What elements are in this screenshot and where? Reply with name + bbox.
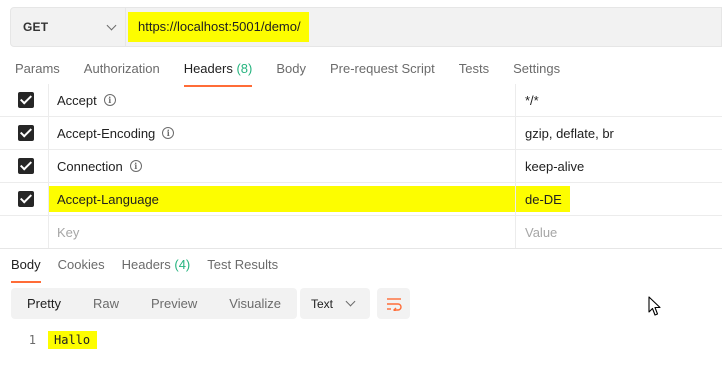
header-key-cell[interactable]: Accept-Language (49, 183, 516, 215)
tab-count: (4) (174, 257, 191, 272)
header-value: */* (525, 92, 539, 108)
tab-label: Body (11, 257, 41, 272)
info-icon[interactable]: i (103, 94, 116, 106)
tab-label: Headers (121, 257, 171, 272)
response-type-select[interactable]: Text (300, 288, 370, 319)
divider (0, 248, 722, 249)
tab-label: Headers (183, 61, 233, 76)
url-text: https://localhost:5001/demo/ (128, 12, 309, 42)
header-value: keep-alive (525, 158, 585, 174)
header-checkbox[interactable] (18, 191, 34, 207)
response-text: Hallo (48, 331, 98, 349)
header-checkbox[interactable] (18, 158, 34, 174)
header-key: Connection (57, 158, 123, 174)
tab-label: Authorization (83, 61, 160, 76)
tab-label: Body (276, 61, 306, 76)
header-key: Accept-Language (57, 191, 159, 207)
headers-table: Accept i */* Accept-Encoding i gzip, def… (0, 84, 722, 249)
key-placeholder: Key (57, 225, 80, 240)
table-row: Accept-Encoding i gzip, deflate, br (0, 117, 722, 150)
value-input[interactable]: Value (516, 216, 722, 249)
request-bar: GET https://localhost:5001/demo/ (10, 7, 722, 47)
header-value: gzip, deflate, br (525, 125, 614, 141)
header-key-cell[interactable]: Accept i (49, 84, 516, 116)
tab-label: Cookies (57, 257, 105, 272)
tab-count: (8) (236, 61, 253, 76)
tab-label: Pre-request Script (329, 61, 435, 76)
tab-response-body[interactable]: Body (11, 257, 41, 283)
new-header-row: Key Value (0, 216, 722, 249)
header-key-cell[interactable]: Connection i (49, 150, 516, 182)
header-checkbox[interactable] (18, 92, 34, 108)
mouse-pointer-icon (648, 296, 661, 316)
url-input[interactable]: https://localhost:5001/demo/ (126, 7, 722, 47)
line-number: 1 (28, 333, 36, 347)
info-icon[interactable]: i (129, 160, 142, 172)
wrap-lines-icon (386, 297, 402, 311)
key-input[interactable]: Key (49, 216, 516, 249)
tab-label: Tests (458, 61, 490, 76)
tab-label: Test Results (207, 257, 279, 272)
value-placeholder: Value (525, 225, 558, 240)
method-select[interactable]: GET (10, 7, 126, 47)
table-row: Connection i keep-alive (0, 150, 722, 183)
response-line: 1 Hallo (0, 330, 98, 350)
format-toolbar: Pretty Raw Preview Visualize (11, 288, 298, 319)
table-row: Accept-Language de-DE (0, 183, 722, 216)
header-key: Accept (57, 92, 97, 108)
tab-test-results[interactable]: Test Results (207, 257, 278, 283)
tab-response-cookies[interactable]: Cookies (58, 257, 105, 283)
table-row: Accept i */* (0, 84, 722, 117)
wrap-lines-button[interactable] (377, 288, 410, 319)
tab-response-headers[interactable]: Headers (4) (122, 257, 191, 283)
tab-label: Params (15, 61, 60, 76)
chevron-down-icon (345, 296, 356, 307)
info-icon[interactable]: i (162, 127, 175, 139)
header-value-cell[interactable]: gzip, deflate, br (516, 117, 722, 149)
raw-button[interactable]: Raw (77, 288, 135, 319)
header-value-cell[interactable]: keep-alive (516, 150, 722, 182)
visualize-button[interactable]: Visualize (213, 288, 297, 319)
preview-button[interactable]: Preview (135, 288, 213, 319)
header-value-cell[interactable]: */* (516, 84, 722, 116)
header-key: Accept-Encoding (57, 125, 156, 141)
header-key-cell[interactable]: Accept-Encoding i (49, 117, 516, 149)
response-type-label: Text (311, 296, 334, 311)
header-value-cell[interactable]: de-DE (516, 183, 722, 215)
header-checkbox[interactable] (18, 125, 34, 141)
header-value: de-DE (525, 191, 562, 207)
tab-label: Settings (513, 61, 561, 76)
pretty-button[interactable]: Pretty (11, 288, 77, 319)
method-label: GET (23, 20, 49, 34)
chevron-down-icon (106, 20, 117, 30)
response-tabs: Body Cookies Headers (4) Test Results (11, 257, 295, 283)
